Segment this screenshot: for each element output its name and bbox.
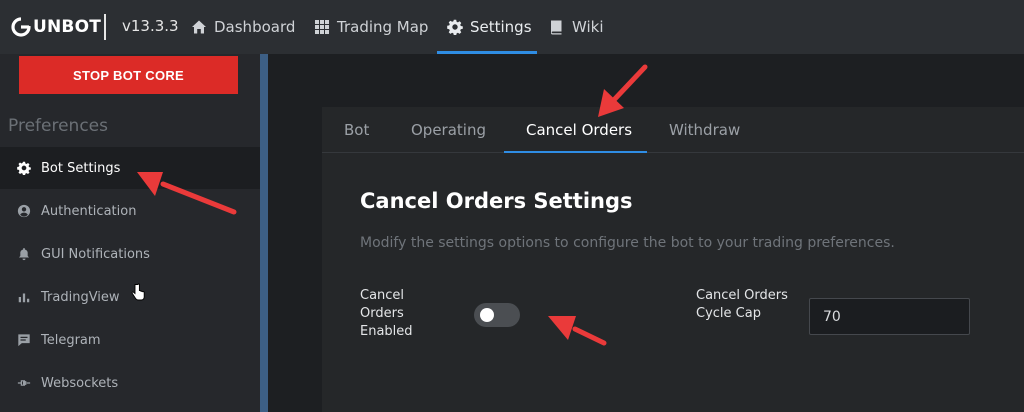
sidebar-item-label: Authentication (41, 203, 137, 219)
cancel-orders-enabled-toggle[interactable] (474, 303, 520, 327)
sidebar-item-gui-notifications[interactable]: GUI Notifications (0, 233, 260, 275)
settings-title: Cancel Orders Settings (360, 189, 633, 213)
message-icon (18, 334, 30, 347)
version-label: v13.3.3 (122, 17, 179, 35)
grid-icon (315, 20, 329, 34)
sidebar-item-label: GUI Notifications (41, 246, 150, 262)
toggle-knob (480, 308, 494, 322)
mouse-cursor-icon (131, 283, 145, 301)
tab-operating[interactable]: Operating (411, 107, 486, 153)
cycle-cap-input[interactable] (809, 298, 970, 335)
tab-withdraw[interactable]: Withdraw (669, 107, 740, 153)
plug-icon (17, 380, 31, 386)
settings-description: Modify the settings options to configure… (360, 235, 895, 251)
nav-dashboard-label: Dashboard (214, 18, 296, 36)
nav-wiki[interactable]: Wiki (549, 0, 604, 54)
brand-name: UNBOT (33, 17, 102, 37)
book-icon (551, 20, 562, 35)
user-circle-icon (17, 204, 31, 218)
gear-icon (447, 19, 463, 35)
tab-bot[interactable]: Bot (344, 107, 369, 153)
sidebar-item-telegram[interactable]: Telegram (0, 319, 260, 361)
sidebar-item-authentication[interactable]: Authentication (0, 190, 260, 232)
cancel-orders-enabled-label: Cancel Orders Enabled (360, 288, 413, 339)
sidebar-scrollbar[interactable] (260, 54, 268, 412)
tab-active-indicator (504, 151, 647, 153)
gear-icon (17, 161, 31, 175)
brand[interactable]: UNBOT (10, 16, 101, 38)
preferences-heading: Preferences (8, 116, 108, 136)
nav-dashboard[interactable]: Dashboard (191, 0, 295, 54)
nav-settings-label: Settings (470, 18, 532, 36)
sidebar-item-label: Telegram (41, 332, 101, 348)
cycle-cap-label: Cancel Orders Cycle Cap (696, 288, 788, 321)
sidebar-item-label: Websockets (41, 375, 119, 391)
nav-trading-map-label: Trading Map (337, 18, 429, 36)
stop-bot-core-button[interactable]: STOP BOT CORE (19, 56, 238, 94)
sidebar-item-websockets[interactable]: Websockets (0, 362, 260, 404)
brand-divider (104, 14, 106, 40)
tab-cancel-orders[interactable]: Cancel Orders (526, 107, 632, 153)
sidebar-item-label: Bot Settings (41, 160, 121, 176)
nav-wiki-label: Wiki (572, 18, 604, 36)
sidebar-item-label: TradingView (41, 289, 120, 305)
bar-chart-icon (18, 293, 30, 303)
sidebar-item-tradingview[interactable]: TradingView (0, 276, 260, 318)
nav-settings[interactable]: Settings (447, 0, 532, 54)
bell-icon (17, 248, 31, 261)
sidebar-item-bot-settings[interactable]: Bot Settings (0, 147, 260, 189)
home-icon (192, 20, 206, 34)
top-navbar: UNBOT v13.3.3 Dashboard Trading Map Sett… (0, 0, 1024, 54)
logo-icon (11, 17, 32, 37)
nav-trading-map[interactable]: Trading Map (314, 0, 428, 54)
